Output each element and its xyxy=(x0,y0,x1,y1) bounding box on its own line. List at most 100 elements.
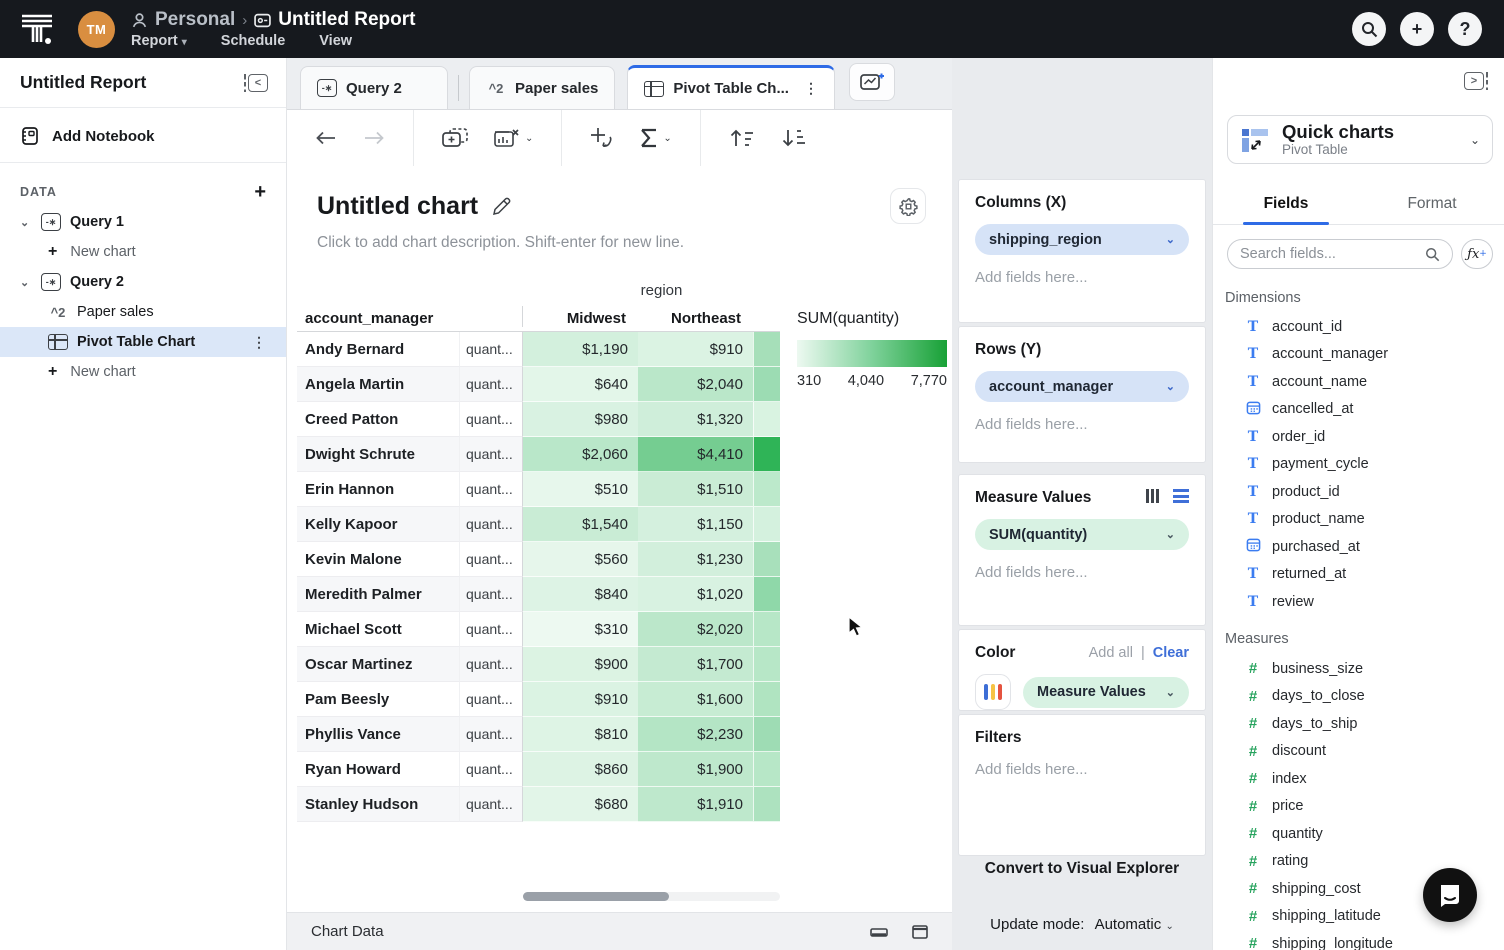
field-item-days_to_close[interactable]: #days_to_close xyxy=(1213,683,1504,711)
convert-to-visual-explorer-button[interactable]: Convert to Visual Explorer xyxy=(952,860,1212,878)
chart-description-placeholder[interactable]: Click to add chart description. Shift-en… xyxy=(287,224,952,252)
remove-chart-button[interactable]: ⌄ xyxy=(494,128,533,148)
row-label[interactable]: Kelly Kapoor xyxy=(297,507,460,542)
sidebar-item-query1[interactable]: ⌄ -∗ Query 1 xyxy=(0,207,286,237)
cell-midwest[interactable]: $1,540 xyxy=(523,507,638,542)
cell-northeast[interactable]: $1,230 xyxy=(638,542,753,577)
tab-format[interactable]: Format xyxy=(1359,185,1504,224)
report-title-crumb[interactable]: Untitled Report xyxy=(278,9,415,31)
cell-midwest[interactable]: $310 xyxy=(523,612,638,647)
row-label[interactable]: Oscar Martinez xyxy=(297,647,460,682)
workspace-crumb[interactable]: Personal xyxy=(155,9,235,31)
add-data-button[interactable]: + xyxy=(254,186,266,198)
tab-fields[interactable]: Fields xyxy=(1213,185,1359,224)
add-button[interactable]: + xyxy=(1400,12,1434,46)
cell-midwest[interactable]: $900 xyxy=(523,647,638,682)
cell-northeast[interactable]: $2,020 xyxy=(638,612,753,647)
add-notebook-button[interactable]: Add Notebook xyxy=(0,108,286,162)
field-item-account_name[interactable]: Taccount_name xyxy=(1213,368,1504,396)
cell-midwest[interactable]: $980 xyxy=(523,402,638,437)
duplicate-chart-button[interactable] xyxy=(442,128,468,148)
redo-button[interactable] xyxy=(363,131,385,145)
field-item-business_size[interactable]: #business_size xyxy=(1213,655,1504,683)
field-item-cancelled_at[interactable]: cancelled_at xyxy=(1213,396,1504,424)
filters-placeholder[interactable]: Add fields here... xyxy=(975,761,1189,778)
cell-midwest[interactable]: $810 xyxy=(523,717,638,752)
row-label[interactable]: Kevin Malone xyxy=(297,542,460,577)
cell-northeast[interactable]: $1,900 xyxy=(638,752,753,787)
search-fields-input[interactable]: Search fields... xyxy=(1227,239,1453,269)
search-button[interactable] xyxy=(1352,12,1386,46)
cell-northeast[interactable]: $1,150 xyxy=(638,507,753,542)
app-logo-icon[interactable] xyxy=(20,12,54,46)
tab-query2[interactable]: -∗ Query 2 xyxy=(300,66,448,109)
tab-options-icon[interactable]: ⋮ xyxy=(804,80,818,97)
menu-report[interactable]: Report ▾ xyxy=(131,33,187,49)
collapse-right-panel-button[interactable]: > xyxy=(1464,72,1488,90)
sidebar-item-new-chart-2[interactable]: +New chart xyxy=(0,357,286,387)
collapse-panel-icon[interactable] xyxy=(870,925,888,939)
add-formula-button[interactable]: ƒx+ xyxy=(1461,239,1493,269)
cell-northeast[interactable]: $910 xyxy=(638,332,753,367)
update-mode-value[interactable]: Automatic xyxy=(1095,916,1162,933)
cell-midwest[interactable]: $840 xyxy=(523,577,638,612)
field-item-account_manager[interactable]: Taccount_manager xyxy=(1213,341,1504,369)
sidebar-item-query2[interactable]: ⌄ -∗ Query 2 xyxy=(0,267,286,297)
cell-midwest[interactable]: $680 xyxy=(523,787,638,822)
new-chart-tab-button[interactable] xyxy=(849,63,895,101)
sort-ascending-button[interactable] xyxy=(729,128,755,148)
row-label[interactable]: Dwight Schrute xyxy=(297,437,460,472)
row-label[interactable]: Michael Scott xyxy=(297,612,460,647)
sidebar-item-pivot-table-chart[interactable]: Pivot Table Chart ⋮ xyxy=(0,327,286,357)
cell-northeast[interactable]: $2,040 xyxy=(638,367,753,402)
expand-panel-icon[interactable] xyxy=(912,925,928,939)
sidebar-item-paper-sales[interactable]: ^2 Paper sales xyxy=(0,297,286,327)
chart-settings-button[interactable] xyxy=(890,188,926,224)
row-label[interactable]: Pam Beesly xyxy=(297,682,460,717)
undo-button[interactable] xyxy=(315,131,337,145)
field-item-shipping_longitude[interactable]: #shipping_longitude xyxy=(1213,930,1504,950)
row-label[interactable]: Meredith Palmer xyxy=(297,577,460,612)
row-label[interactable]: Ryan Howard xyxy=(297,752,460,787)
cell-midwest[interactable]: $560 xyxy=(523,542,638,577)
field-item-price[interactable]: #price xyxy=(1213,793,1504,821)
field-item-returned_at[interactable]: Treturned_at xyxy=(1213,561,1504,589)
add-all-link[interactable]: Add all xyxy=(1089,645,1133,661)
field-item-purchased_at[interactable]: purchased_at xyxy=(1213,533,1504,561)
cell-northeast[interactable]: $1,510 xyxy=(638,472,753,507)
avatar[interactable]: TM xyxy=(78,11,115,48)
pill-sum-quantity[interactable]: SUM(quantity)⌄ xyxy=(975,519,1189,550)
cell-midwest[interactable]: $1,190 xyxy=(523,332,638,367)
horizontal-scrollbar[interactable] xyxy=(523,892,780,901)
field-item-payment_cycle[interactable]: Tpayment_cycle xyxy=(1213,451,1504,479)
help-button[interactable]: ? xyxy=(1448,12,1482,46)
field-item-product_name[interactable]: Tproduct_name xyxy=(1213,506,1504,534)
sidebar-item-new-chart-1[interactable]: +New chart xyxy=(0,237,286,267)
cell-northeast[interactable]: $1,910 xyxy=(638,787,753,822)
cell-northeast[interactable]: $1,700 xyxy=(638,647,753,682)
field-item-account_id[interactable]: Taccount_id xyxy=(1213,313,1504,341)
cell-midwest[interactable]: $910 xyxy=(523,682,638,717)
collapse-sidebar-button[interactable]: < xyxy=(244,74,268,92)
edit-pencil-icon[interactable] xyxy=(492,197,511,216)
more-options-icon[interactable]: ⋮ xyxy=(252,334,266,351)
cell-northeast[interactable]: $1,600 xyxy=(638,682,753,717)
cell-northeast[interactable]: $4,410 xyxy=(638,437,753,472)
chat-support-button[interactable] xyxy=(1423,868,1477,922)
field-item-days_to_ship[interactable]: #days_to_ship xyxy=(1213,710,1504,738)
row-label[interactable]: Erin Hannon xyxy=(297,472,460,507)
row-dimension-header[interactable]: account_manager xyxy=(297,310,460,327)
cell-northeast[interactable]: $2,230 xyxy=(638,717,753,752)
sort-descending-button[interactable] xyxy=(781,128,807,148)
pill-account-manager[interactable]: account_manager⌄ xyxy=(975,371,1189,402)
tab-pivot-table-chart[interactable]: Pivot Table Ch... ⋮ xyxy=(627,65,835,109)
cell-midwest[interactable]: $640 xyxy=(523,367,638,402)
menu-schedule[interactable]: Schedule xyxy=(221,33,285,49)
field-item-discount[interactable]: #discount xyxy=(1213,738,1504,766)
chart-title[interactable]: Untitled chart xyxy=(317,192,478,221)
pill-color-measure-values[interactable]: Measure Values⌄ xyxy=(1023,677,1189,708)
menu-view[interactable]: View xyxy=(319,33,352,49)
cell-midwest[interactable]: $2,060 xyxy=(523,437,638,472)
chevron-down-icon[interactable]: ⌄ xyxy=(20,276,32,289)
field-item-index[interactable]: #index xyxy=(1213,765,1504,793)
